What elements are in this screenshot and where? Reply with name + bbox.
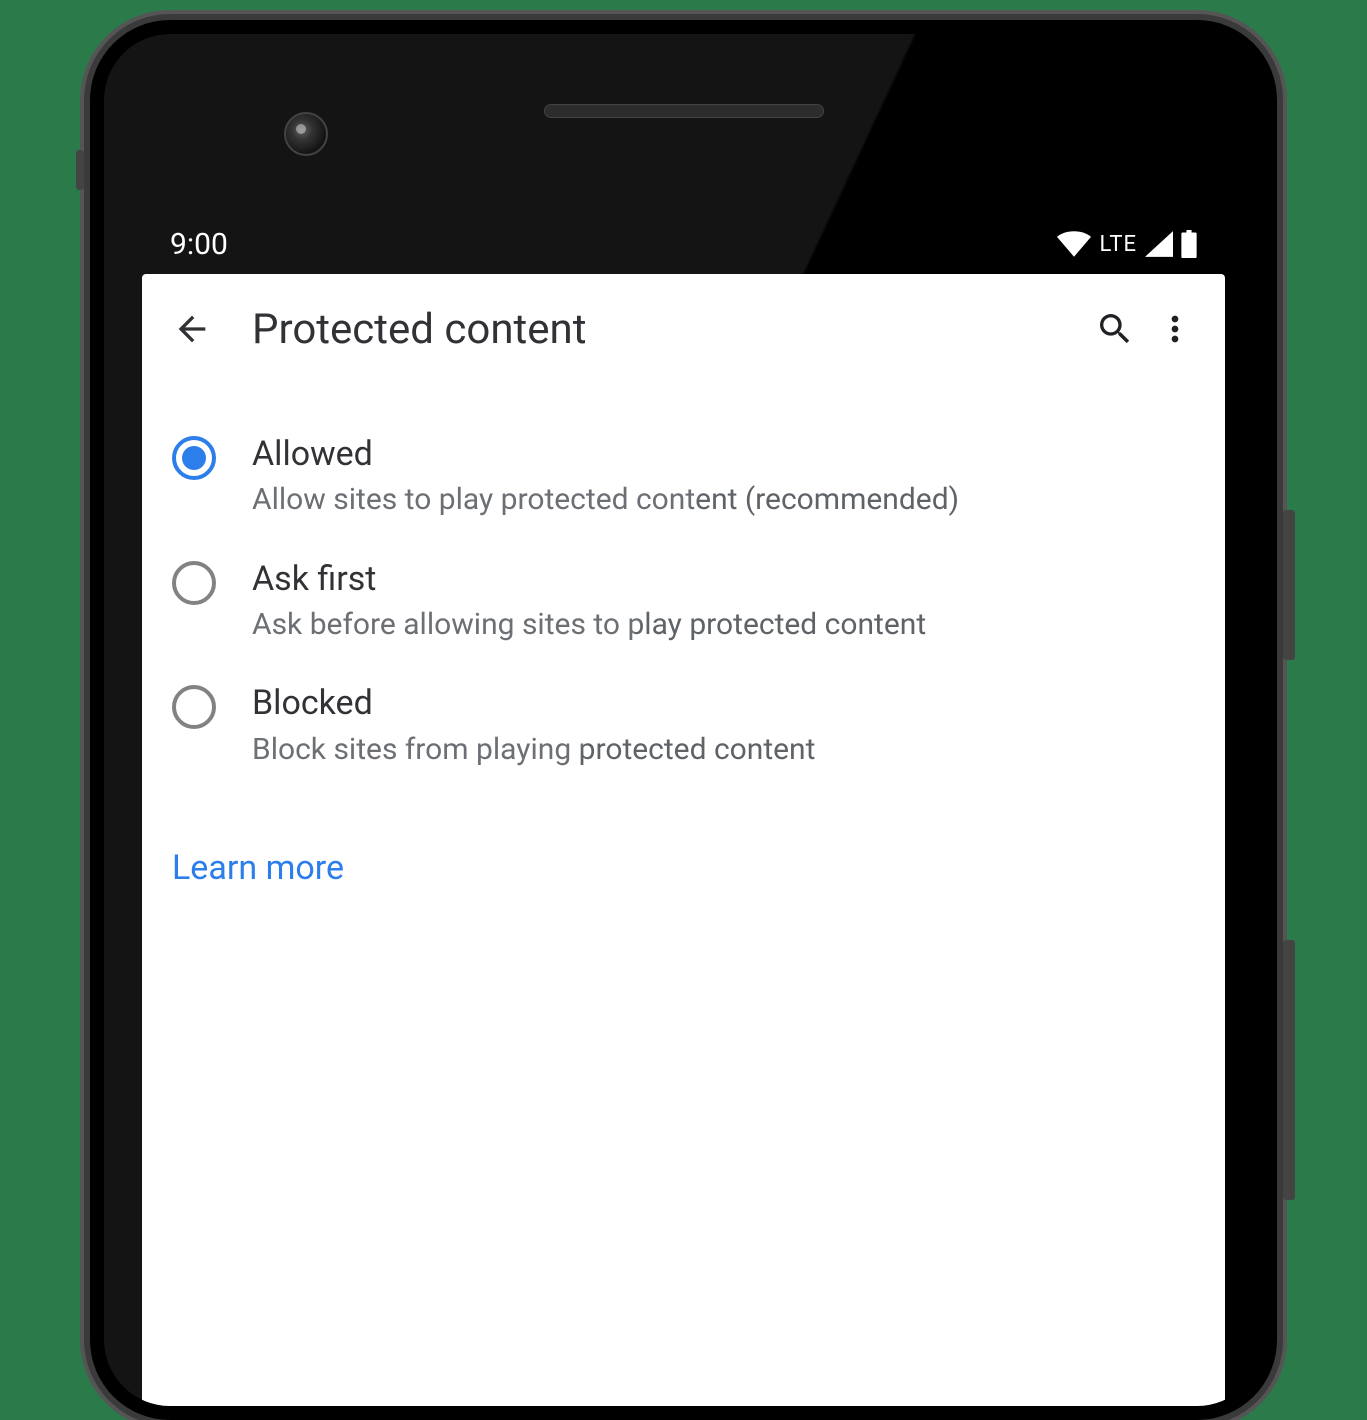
option-text: Ask first Ask before allowing sites to p… bbox=[252, 557, 1195, 646]
phone-side-button bbox=[76, 150, 84, 190]
app-bar: Protected content bbox=[142, 274, 1225, 384]
signal-icon bbox=[1145, 231, 1173, 257]
option-text: Allowed Allow sites to play protected co… bbox=[252, 432, 1195, 521]
option-text: Blocked Block sites from playing protect… bbox=[252, 681, 1195, 770]
status-icons: LTE bbox=[1057, 230, 1197, 258]
option-desc: Allow sites to play protected content (r… bbox=[252, 480, 1195, 521]
phone-bezel: 9:00 LTE Protected content bbox=[104, 34, 1263, 1406]
option-blocked[interactable]: Blocked Block sites from playing protect… bbox=[162, 663, 1205, 788]
option-allowed[interactable]: Allowed Allow sites to play protected co… bbox=[162, 414, 1205, 539]
option-title: Ask first bbox=[252, 557, 1195, 601]
radio-unselected-icon bbox=[172, 561, 216, 605]
option-ask-first[interactable]: Ask first Ask before allowing sites to p… bbox=[162, 539, 1205, 664]
phone-frame: 9:00 LTE Protected content bbox=[90, 20, 1277, 1420]
search-icon bbox=[1095, 309, 1135, 349]
option-desc: Block sites from playing protected conte… bbox=[252, 730, 1195, 771]
screen: Protected content Allowed Allow sites to… bbox=[142, 274, 1225, 1406]
more-button[interactable] bbox=[1145, 299, 1205, 359]
phone-camera bbox=[284, 112, 328, 156]
radio-unselected-icon bbox=[172, 685, 216, 729]
page-title: Protected content bbox=[252, 305, 1085, 354]
phone-power-button bbox=[1283, 510, 1295, 660]
network-label: LTE bbox=[1099, 232, 1137, 257]
wifi-icon bbox=[1057, 231, 1091, 257]
option-title: Blocked bbox=[252, 681, 1195, 725]
search-button[interactable] bbox=[1085, 299, 1145, 359]
status-bar: 9:00 LTE bbox=[142, 214, 1225, 274]
arrow-back-icon bbox=[172, 309, 212, 349]
phone-speaker bbox=[544, 104, 824, 118]
option-title: Allowed bbox=[252, 432, 1195, 476]
learn-more-link[interactable]: Learn more bbox=[162, 838, 1205, 898]
more-vert-icon bbox=[1155, 309, 1195, 349]
content-area: Allowed Allow sites to play protected co… bbox=[142, 384, 1225, 898]
radio-selected-icon bbox=[172, 436, 216, 480]
phone-volume-button bbox=[1283, 940, 1295, 1200]
status-time: 9:00 bbox=[170, 227, 228, 262]
back-button[interactable] bbox=[162, 299, 222, 359]
battery-icon bbox=[1181, 230, 1197, 258]
option-desc: Ask before allowing sites to play protec… bbox=[252, 605, 1195, 646]
